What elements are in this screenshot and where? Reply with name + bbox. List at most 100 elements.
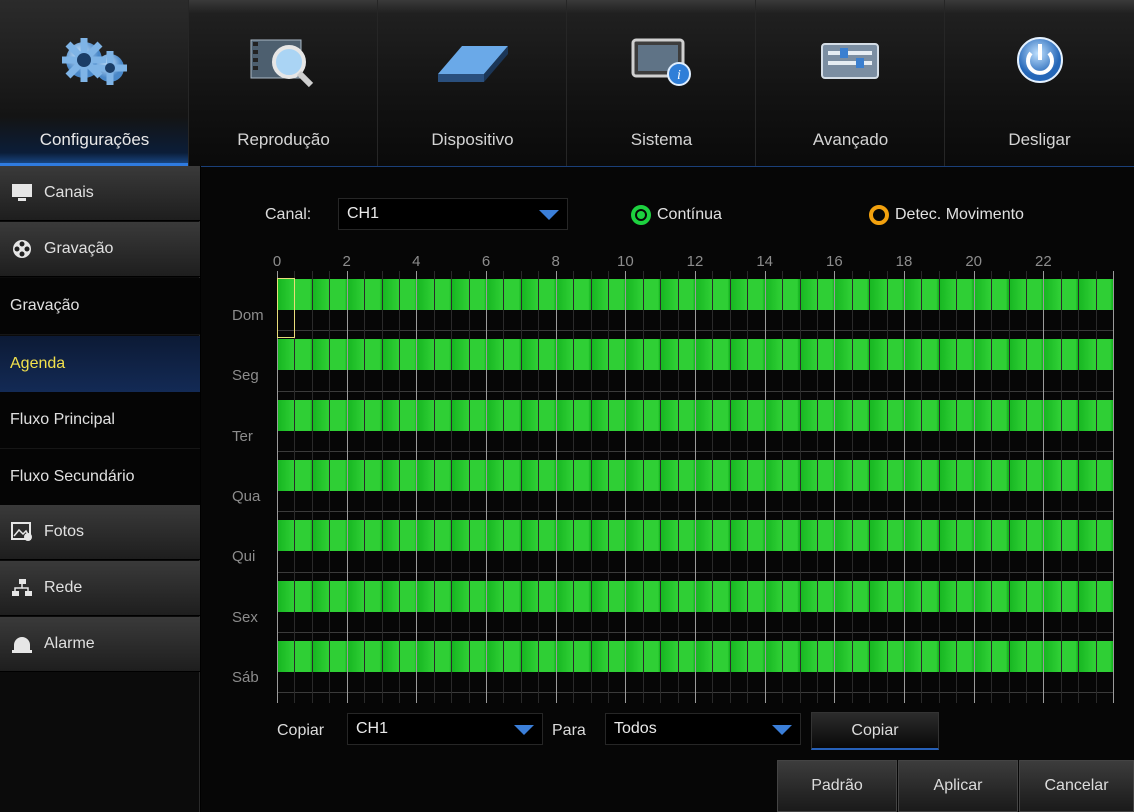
nav-configuracoes[interactable]: Configurações [0, 0, 189, 166]
nav-reproducao[interactable]: Reprodução [189, 0, 378, 166]
grid-vline [625, 271, 627, 703]
copy-to-select[interactable]: Todos [605, 713, 801, 745]
default-button[interactable]: Padrão [777, 760, 897, 812]
grid-vline [886, 271, 888, 703]
hour-label: 2 [342, 253, 351, 270]
nav-dispositivo[interactable]: Dispositivo [378, 0, 567, 166]
hard-drive-icon [438, 46, 508, 82]
sidebar-group-fotos[interactable]: Fotos [0, 505, 200, 560]
nav-label: Dispositivo [431, 130, 514, 149]
grid-vline [660, 271, 662, 703]
hour-label: 0 [272, 253, 282, 270]
power-icon [1016, 37, 1063, 83]
legend-motion[interactable]: Detec. Movimento [869, 205, 1024, 225]
grid-vline [921, 271, 923, 703]
nav-avancado[interactable]: Avançado [756, 0, 945, 166]
grid-vline [1060, 271, 1062, 703]
grid-vline [782, 271, 784, 703]
grid-vline [416, 271, 418, 703]
top-navigation: Configurações Reprodução Dispositivo i S… [0, 0, 1134, 166]
nav-label: Reprodução [237, 130, 330, 149]
hour-label: 10 [616, 253, 634, 270]
grid-vline [520, 271, 522, 703]
grid-vline [729, 271, 731, 703]
grid-vline [1078, 271, 1080, 703]
advanced-sliders-icon [821, 43, 879, 79]
grid-vline [1043, 271, 1045, 703]
chevron-down-icon [514, 725, 534, 735]
svg-text:i: i [677, 68, 681, 83]
sidebar-group-label: Alarme [44, 635, 95, 652]
hour-label: 20 [965, 253, 982, 270]
sidebar-group-label: Rede [44, 579, 83, 596]
day-label: Qui [232, 548, 256, 566]
day-label: Sex [232, 608, 258, 626]
sidebar-group-label: Fotos [44, 523, 85, 540]
schedule-grid[interactable] [277, 271, 1114, 703]
sidebar-group-label: Canais [44, 184, 94, 201]
playback-search-icon [250, 39, 314, 88]
apply-button[interactable]: Aplicar [898, 760, 1018, 812]
grid-vline [677, 271, 679, 703]
cancel-button[interactable]: Cancelar [1019, 760, 1134, 812]
schedule-panel: Canal: CH1 Contínua Detec. Movimento 0 2 4… [201, 166, 1134, 812]
nav-label: Sistema [630, 130, 693, 149]
grid-vline [538, 271, 540, 703]
gears-icon [62, 38, 127, 85]
grid-vline [329, 271, 331, 703]
sidebar: Canais Gravação Gravação Agenda Fluxo Pr… [0, 166, 200, 812]
day-label: Sáb [232, 668, 259, 686]
legend-motion-label: Detec. Movimento [895, 206, 1024, 223]
grid-vline [1095, 271, 1097, 703]
legend-continua[interactable]: Contínua [631, 205, 722, 225]
grid-vline [607, 271, 609, 703]
grid-vline [834, 271, 836, 703]
sidebar-group-rede[interactable]: Rede [0, 561, 200, 616]
grid-vline [1008, 271, 1010, 703]
grid-vline [1113, 271, 1114, 703]
sidebar-group-gravacao[interactable]: Gravação [0, 222, 200, 277]
copy-from-value: CH1 [356, 720, 389, 737]
grid-vline [851, 271, 853, 703]
grid-vline [1025, 271, 1027, 703]
sidebar-group-canais[interactable]: Canais [0, 166, 200, 221]
grid-vline [311, 271, 313, 703]
nav-sistema[interactable]: i Sistema [567, 0, 756, 166]
sidebar-item-fluxo-secundario[interactable]: Fluxo Secundário [0, 449, 200, 506]
copy-from-select[interactable]: CH1 [347, 713, 543, 745]
continuous-record-icon [631, 205, 651, 225]
grid-vline [555, 271, 557, 703]
system-info-icon: i [631, 38, 691, 86]
channel-select[interactable]: CH1 [338, 198, 568, 230]
channel-select-value: CH1 [347, 205, 380, 222]
hour-label: 4 [412, 253, 421, 270]
grid-vline [799, 271, 801, 703]
day-label: Seg [232, 367, 259, 385]
hour-label: 16 [825, 253, 843, 270]
hour-label: 18 [895, 253, 913, 270]
photo-icon [11, 522, 32, 541]
day-label: Dom [232, 307, 264, 324]
grid-vline [364, 271, 366, 703]
chevron-down-icon [539, 210, 559, 220]
grid-vline [764, 271, 766, 703]
legend-continua-label: Contínua [657, 206, 722, 223]
grid-vline [869, 271, 871, 703]
grid-vline [973, 271, 975, 703]
grid-vline [695, 271, 696, 703]
monitor-icon [12, 184, 32, 201]
channel-label: Canal: [265, 206, 312, 223]
sidebar-item-fluxo-principal[interactable]: Fluxo Principal [0, 392, 200, 449]
sidebar-item-gravacao[interactable]: Gravação [0, 278, 200, 335]
grid-vline [433, 271, 435, 703]
motion-detect-icon [869, 205, 889, 225]
nav-desligar[interactable]: Desligar [945, 0, 1134, 166]
grid-vline [590, 271, 592, 703]
day-label: Ter [232, 427, 253, 445]
sidebar-group-alarme[interactable]: Alarme [0, 617, 200, 672]
sidebar-item-agenda[interactable]: Agenda [0, 336, 200, 393]
grid-vline [451, 271, 453, 703]
hour-label: 8 [551, 253, 560, 270]
grid-vline [956, 271, 958, 703]
copy-button[interactable]: Copiar [811, 712, 939, 750]
